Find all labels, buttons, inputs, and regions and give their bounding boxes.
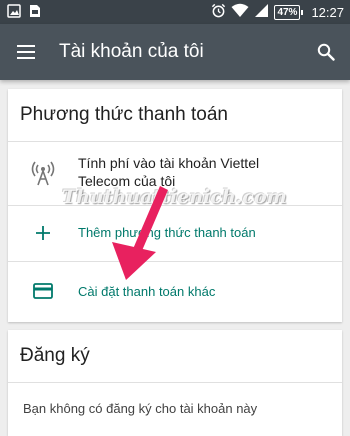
clock: 12:27: [311, 4, 344, 20]
notification-icons: [7, 4, 41, 21]
subscriptions-header: Đăng ký: [8, 330, 342, 383]
signal-icon: [254, 3, 269, 21]
subscriptions-card: Đăng ký Bạn không có đăng ký cho tài kho…: [8, 330, 342, 436]
search-button[interactable]: [314, 40, 338, 64]
wifi-icon: [231, 3, 249, 21]
status-bar: 47% 12:27: [0, 0, 350, 24]
subscriptions-title: Đăng ký: [20, 345, 90, 366]
photo-notification-icon: [7, 4, 21, 21]
file-notification-icon: [29, 4, 41, 21]
payment-methods-title: Phương thức thanh toán: [20, 104, 228, 125]
search-icon: [317, 43, 335, 61]
credit-card-icon: [30, 278, 56, 304]
app-bar: Tài khoản của tôi: [0, 24, 350, 80]
alarm-icon: [211, 3, 226, 21]
antenna-icon: [30, 160, 56, 186]
carrier-billing-line1: Tính phí vào tài khoản Viettel: [78, 155, 260, 171]
system-status: 47% 12:27: [211, 2, 344, 22]
hamburger-icon: [17, 45, 35, 59]
plus-icon: [30, 220, 56, 246]
page-title: Tài khoản của tôi: [59, 41, 204, 62]
subscriptions-empty-text: Bạn không có đăng ký cho tài khoản này: [23, 401, 258, 416]
menu-button[interactable]: [14, 40, 38, 64]
annotation-arrow-icon: [112, 186, 168, 280]
battery-indicator: 47%: [274, 4, 304, 20]
payment-methods-header: Phương thức thanh toán: [8, 89, 342, 142]
